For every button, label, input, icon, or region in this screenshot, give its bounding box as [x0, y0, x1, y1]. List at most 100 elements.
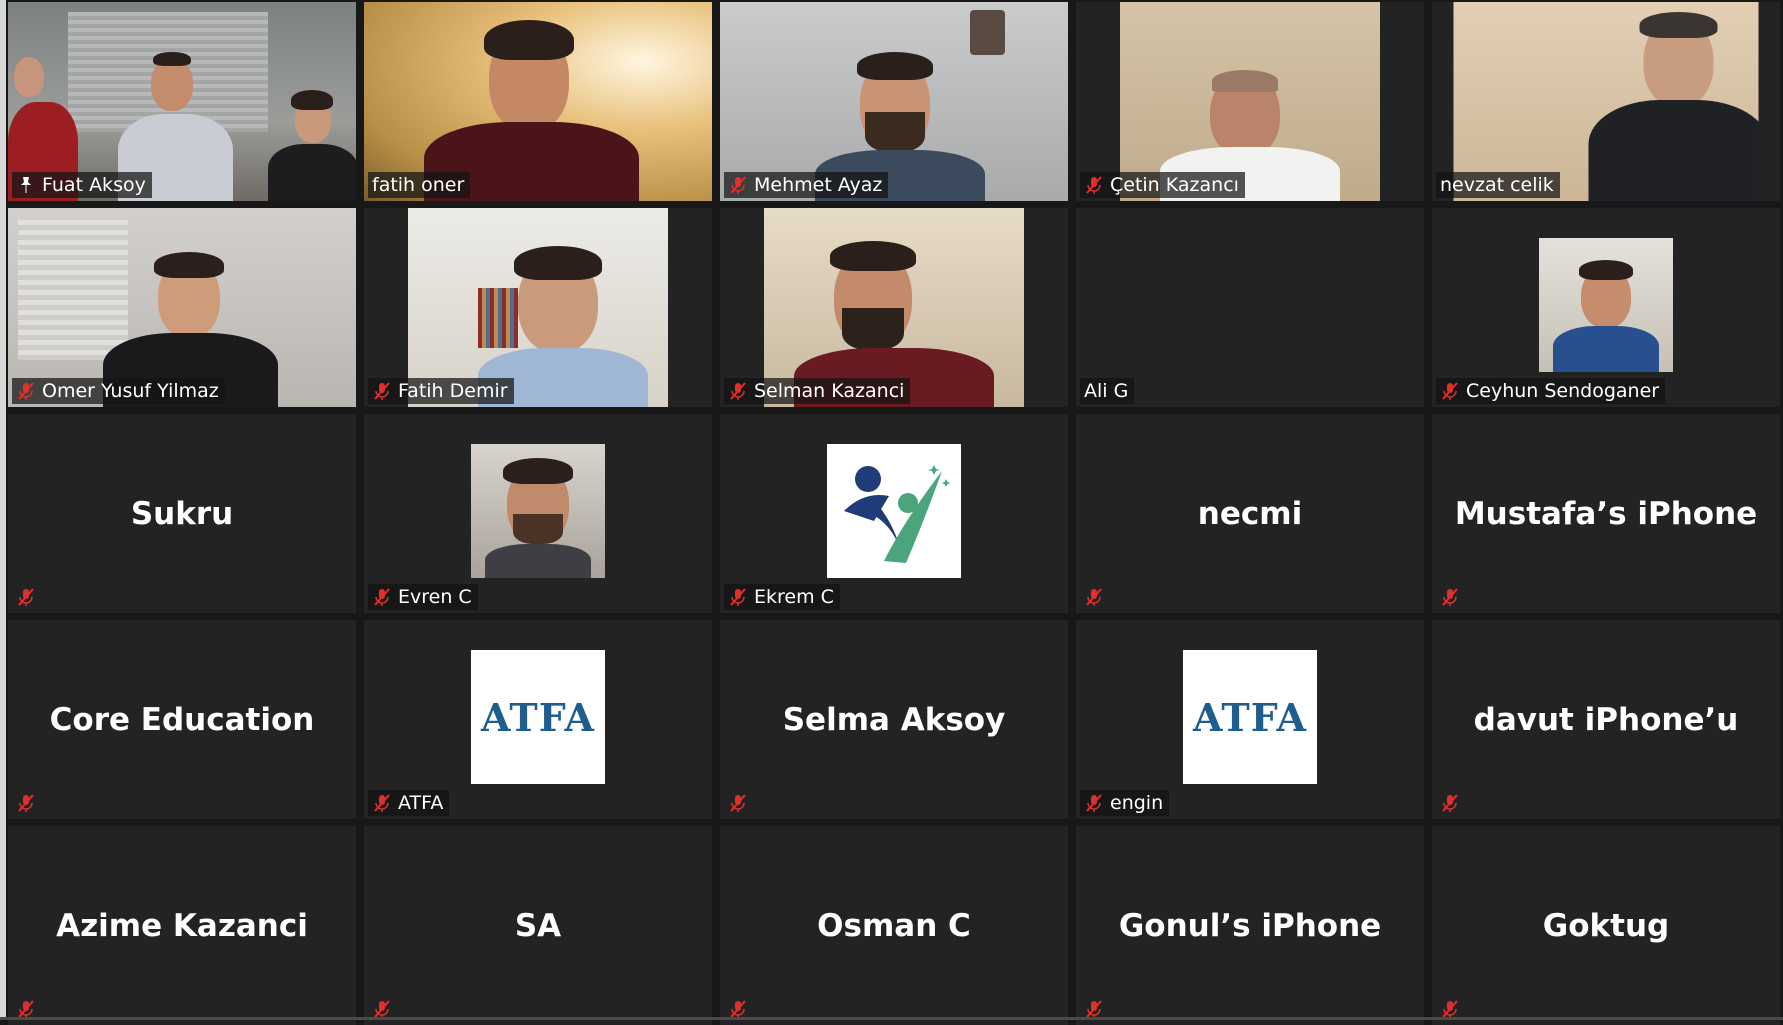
mic-muted-icon — [374, 794, 390, 812]
mic-muted-icon — [374, 382, 390, 400]
participant-tile-ekrem-c[interactable]: Ekrem C — [720, 414, 1068, 613]
participant-photo — [471, 444, 605, 578]
participant-name-label: Selman Kazanci — [724, 378, 911, 404]
participant-name-label: Omer Yusuf Yilmaz — [12, 378, 225, 404]
participant-logo — [827, 444, 961, 578]
participant-tile-selma-aksoy[interactable]: Selma Aksoy — [720, 620, 1068, 819]
participant-name: Ali G — [1084, 380, 1129, 402]
participant-tile-engin[interactable]: ATFA engin — [1076, 620, 1424, 819]
participant-status — [724, 790, 752, 816]
participant-name-label: Evren C — [368, 584, 478, 610]
participant-name: ATFA — [398, 792, 444, 814]
participant-tile-mehmet-ayaz[interactable]: Mehmet Ayaz — [720, 2, 1068, 201]
participant-tile-atfa[interactable]: ATFA ATFA — [364, 620, 712, 819]
participant-name: Çetin Kazancı — [1110, 174, 1239, 196]
participant-name: Omer Yusuf Yilmaz — [42, 380, 219, 402]
participant-tile-osman-c[interactable]: Osman C — [720, 826, 1068, 1025]
participant-status — [1436, 790, 1464, 816]
mic-muted-icon — [1442, 794, 1458, 812]
participant-display-name: Mustafa’s iPhone — [1454, 495, 1758, 532]
participant-tile-sukru[interactable]: Sukru — [8, 414, 356, 613]
participant-display-name: Azime Kazanci — [56, 907, 308, 944]
participant-name-label: fatih oner — [368, 172, 471, 198]
atfa-logo-text: ATFA — [1193, 694, 1307, 740]
participant-tile-selman-kazanci[interactable]: Selman Kazanci — [720, 208, 1068, 407]
participant-name-label: ATFA — [368, 790, 450, 816]
participant-display-name: Selma Aksoy — [782, 701, 1006, 738]
participant-tile-necmi[interactable]: necmi — [1076, 414, 1424, 613]
participant-tile-evren-c[interactable]: Evren C — [364, 414, 712, 613]
participant-display-name: Core Education — [49, 701, 315, 738]
participant-tile-sa[interactable]: SA — [364, 826, 712, 1025]
participant-tile-mustafas-iphone[interactable]: Mustafa’s iPhone — [1432, 414, 1780, 613]
participant-photo — [1539, 238, 1673, 372]
mic-muted-icon — [730, 1000, 746, 1018]
mic-muted-icon — [374, 588, 390, 606]
participant-name: Fatih Demir — [398, 380, 508, 402]
mic-muted-icon — [374, 1000, 390, 1018]
participant-name: fatih oner — [372, 174, 465, 196]
participant-status — [12, 584, 40, 610]
person-logo-icon — [844, 465, 951, 563]
mic-muted-icon — [730, 794, 746, 812]
pin-icon — [21, 177, 31, 193]
participant-name: Mehmet Ayaz — [754, 174, 883, 196]
mic-muted-icon — [18, 1000, 34, 1018]
participant-tile-fatih-oner[interactable]: fatih oner — [364, 2, 712, 201]
mic-muted-icon — [18, 794, 34, 812]
mic-muted-icon — [1442, 382, 1458, 400]
mic-muted-icon — [18, 382, 34, 400]
participant-display-name: Goktug — [1542, 907, 1670, 944]
participant-name-label: Çetin Kazancı — [1080, 172, 1245, 198]
participant-display-name: davut iPhone’u — [1473, 701, 1739, 738]
participant-tile-nevzat-celik[interactable]: nevzat celik — [1432, 2, 1780, 201]
participant-name-label: Ali G — [1080, 378, 1135, 404]
participant-tile-fatih-demir[interactable]: Fatih Demir — [364, 208, 712, 407]
participant-name: Ekrem C — [754, 586, 834, 608]
mic-muted-icon — [1442, 1000, 1458, 1018]
participant-name: Fuat Aksoy — [42, 174, 146, 196]
participant-tile-ali-g[interactable]: Ali G — [1076, 208, 1424, 407]
gallery-grid: Fuat Aksoy fatih oner Mehmet Ayaz Çetin … — [8, 0, 1783, 1025]
participant-name-label: engin — [1080, 790, 1170, 816]
participant-name-label: Mehmet Ayaz — [724, 172, 889, 198]
participant-tile-azime-kazanci[interactable]: Azime Kazanci — [8, 826, 356, 1025]
participant-tile-davut-iphone[interactable]: davut iPhone’u — [1432, 620, 1780, 819]
window-left-edge — [0, 0, 6, 1020]
mic-muted-icon — [730, 588, 746, 606]
participant-tile-goktug[interactable]: Goktug — [1432, 826, 1780, 1025]
participant-tile-core-education[interactable]: Core Education — [8, 620, 356, 819]
mic-muted-icon — [18, 588, 34, 606]
participant-tile-fuat-aksoy[interactable]: Fuat Aksoy — [8, 2, 356, 201]
participant-name: engin — [1110, 792, 1164, 814]
participant-display-name: Osman C — [817, 907, 971, 944]
participant-name: Evren C — [398, 586, 472, 608]
mic-muted-icon — [1086, 1000, 1102, 1018]
participant-tile-cetin-kazanci[interactable]: Çetin Kazancı — [1076, 2, 1424, 201]
participant-name: Selman Kazanci — [754, 380, 905, 402]
mic-muted-icon — [1086, 176, 1102, 194]
mic-muted-icon — [1442, 588, 1458, 606]
participant-status — [1436, 584, 1464, 610]
participant-name-label: Fuat Aksoy — [12, 172, 152, 198]
participant-tile-omer-yusuf-yilmaz[interactable]: Omer Yusuf Yilmaz — [8, 208, 356, 407]
participant-display-name: Gonul’s iPhone — [1118, 907, 1382, 944]
participant-name: Ceyhun Sendoganer — [1466, 380, 1660, 402]
participant-logo: ATFA — [1183, 650, 1317, 784]
mic-muted-icon — [730, 176, 746, 194]
participant-name-label: nevzat celik — [1436, 172, 1560, 198]
participant-name-label: Fatih Demir — [368, 378, 514, 404]
participant-display-name: SA — [514, 907, 562, 944]
participant-name-label: Ceyhun Sendoganer — [1436, 378, 1666, 404]
participant-display-name: Sukru — [130, 495, 234, 532]
participant-tile-ceyhun-sendoganer[interactable]: Ceyhun Sendoganer — [1432, 208, 1780, 407]
atfa-logo-text: ATFA — [481, 694, 595, 740]
participant-tile-gonuls-iphone[interactable]: Gonul’s iPhone — [1076, 826, 1424, 1025]
mic-muted-icon — [730, 382, 746, 400]
participant-name-label: Ekrem C — [724, 584, 840, 610]
participant-display-name: necmi — [1197, 495, 1303, 532]
participant-status — [1080, 584, 1108, 610]
participant-status — [12, 790, 40, 816]
mic-muted-icon — [1086, 588, 1102, 606]
participant-logo: ATFA — [471, 650, 605, 784]
